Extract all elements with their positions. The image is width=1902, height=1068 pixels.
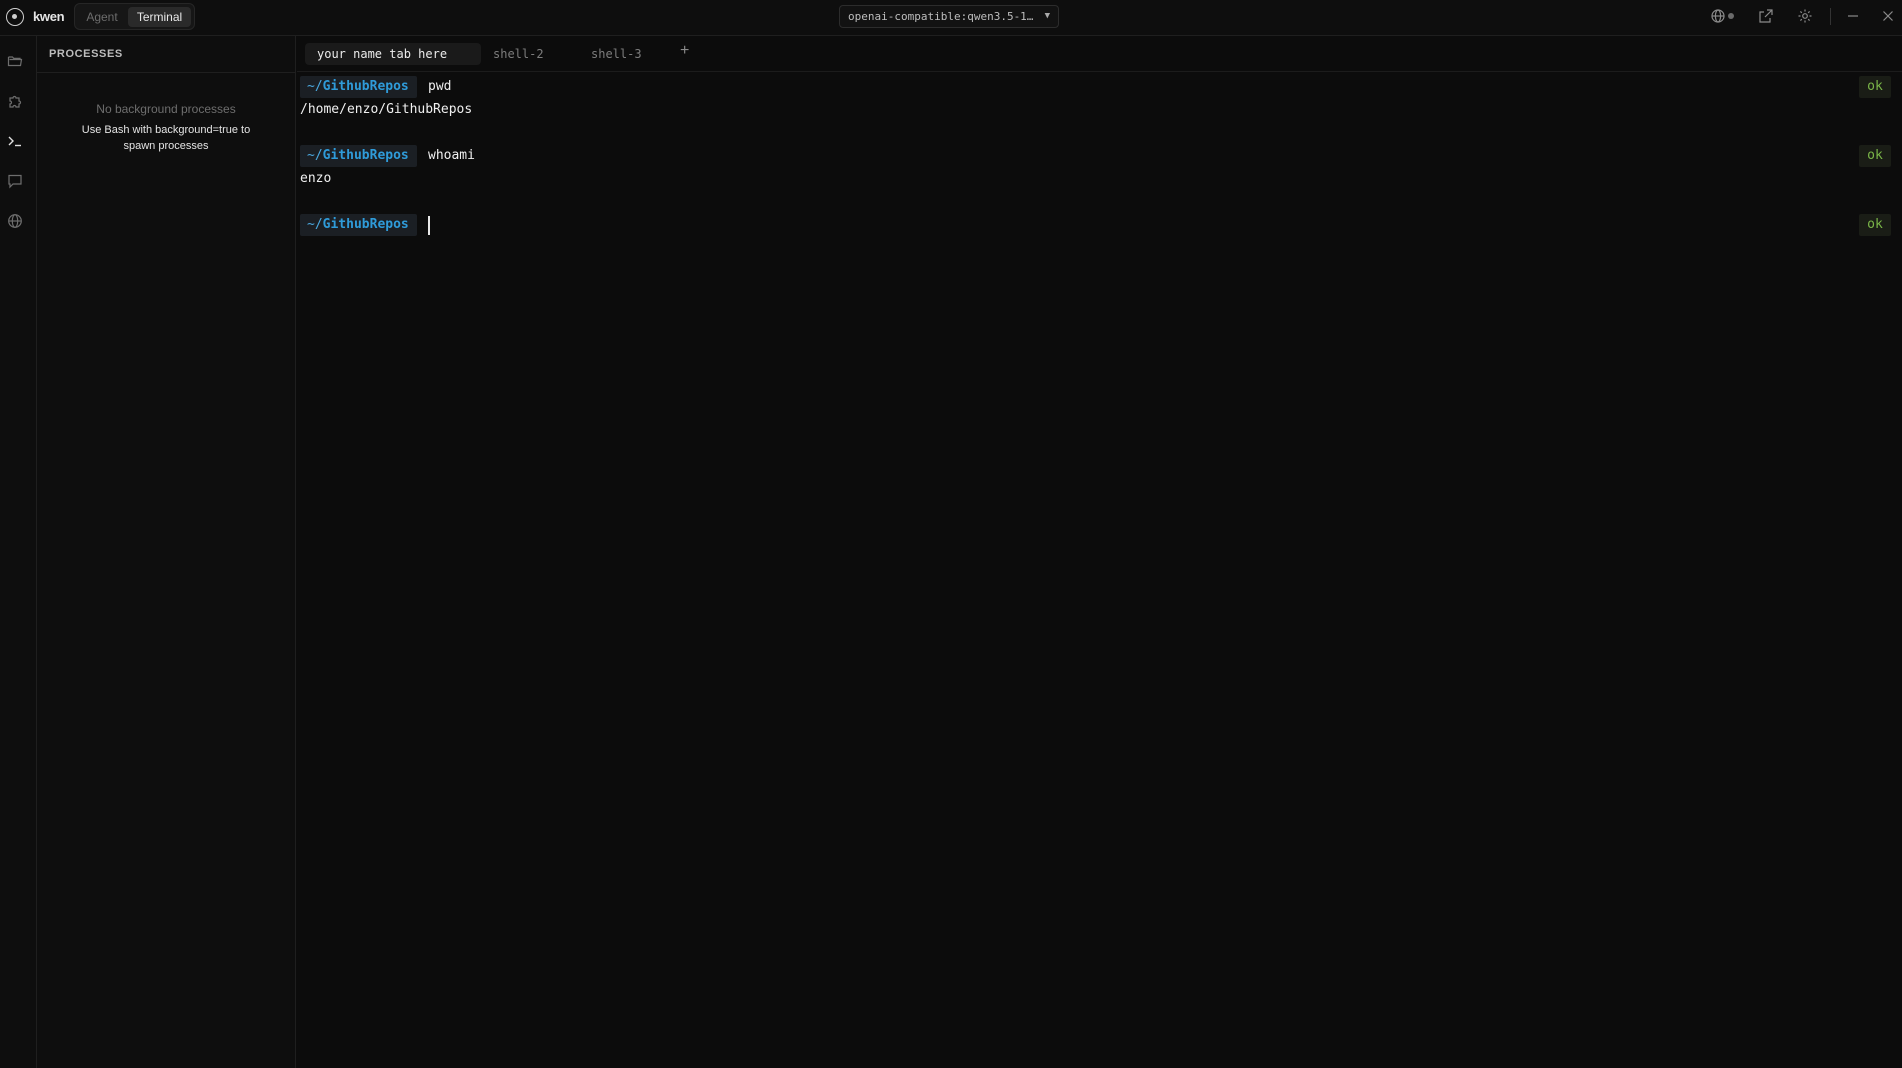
processes-empty-text: No background processes <box>96 102 236 116</box>
command-input[interactable] <box>434 214 1834 236</box>
terminal-tab-bar: your name tab here shell-2 shell-3 + <box>297 36 1902 72</box>
command-output: /home/enzo/GithubRepos <box>300 102 473 117</box>
gear-icon[interactable] <box>1797 8 1813 24</box>
titlebar-divider <box>1830 8 1831 25</box>
prompt-path: ~/GithubRepos <box>300 214 417 236</box>
command-text: whoami <box>428 148 475 163</box>
prompt-path: ~/GithubRepos <box>300 76 417 98</box>
status-badge: ok <box>1859 214 1891 236</box>
agent-mode-button[interactable]: Agent <box>79 7 125 27</box>
connection-status-dot <box>1728 13 1734 19</box>
processes-title: PROCESSES <box>49 48 123 60</box>
folder-icon[interactable] <box>7 53 23 69</box>
model-select[interactable]: openai-compatible:qwen3.5-1… ▼ <box>839 5 1059 28</box>
activity-bar <box>0 36 37 1068</box>
terminal-pane: your name tab here shell-2 shell-3 + ~/G… <box>297 36 1902 1068</box>
text-cursor <box>428 216 430 235</box>
terminal-mode-button[interactable]: Terminal <box>128 7 191 27</box>
tab-your-name[interactable]: your name tab here <box>305 43 481 65</box>
app-logo-text: kwen <box>33 9 65 24</box>
tab-shell-2[interactable]: shell-2 <box>481 43 556 65</box>
panel-divider <box>37 72 295 73</box>
status-badge: ok <box>1859 145 1891 167</box>
chat-icon[interactable] <box>7 173 23 189</box>
terminal-icon[interactable] <box>7 133 23 149</box>
title-bar: kwen Agent Terminal openai-compatible:qw… <box>0 0 1902 36</box>
model-select-value: openai-compatible:qwen3.5-1… <box>848 10 1034 23</box>
minimize-icon[interactable] <box>1845 8 1861 24</box>
chevron-down-icon: ▼ <box>1044 11 1050 21</box>
tab-shell-3[interactable]: shell-3 <box>579 43 654 65</box>
mode-switch: Agent Terminal <box>74 3 195 30</box>
globe-icon[interactable] <box>7 213 23 229</box>
status-badge: ok <box>1859 76 1891 98</box>
prompt-path: ~/GithubRepos <box>300 145 417 167</box>
command-output: enzo <box>300 171 332 186</box>
command-text: pwd <box>428 79 452 94</box>
close-icon[interactable] <box>1880 8 1896 24</box>
add-tab-button[interactable]: + <box>680 42 689 60</box>
app-logo-icon <box>6 8 24 26</box>
app-window: kwen Agent Terminal openai-compatible:qw… <box>0 0 1902 1068</box>
external-link-icon[interactable] <box>1758 8 1774 24</box>
puzzle-icon[interactable] <box>7 93 23 109</box>
globe-icon[interactable] <box>1710 8 1726 24</box>
processes-hint-text: Use Bash with background=true to spawn p… <box>81 124 251 152</box>
processes-panel: PROCESSES No background processes Use Ba… <box>37 36 296 1068</box>
